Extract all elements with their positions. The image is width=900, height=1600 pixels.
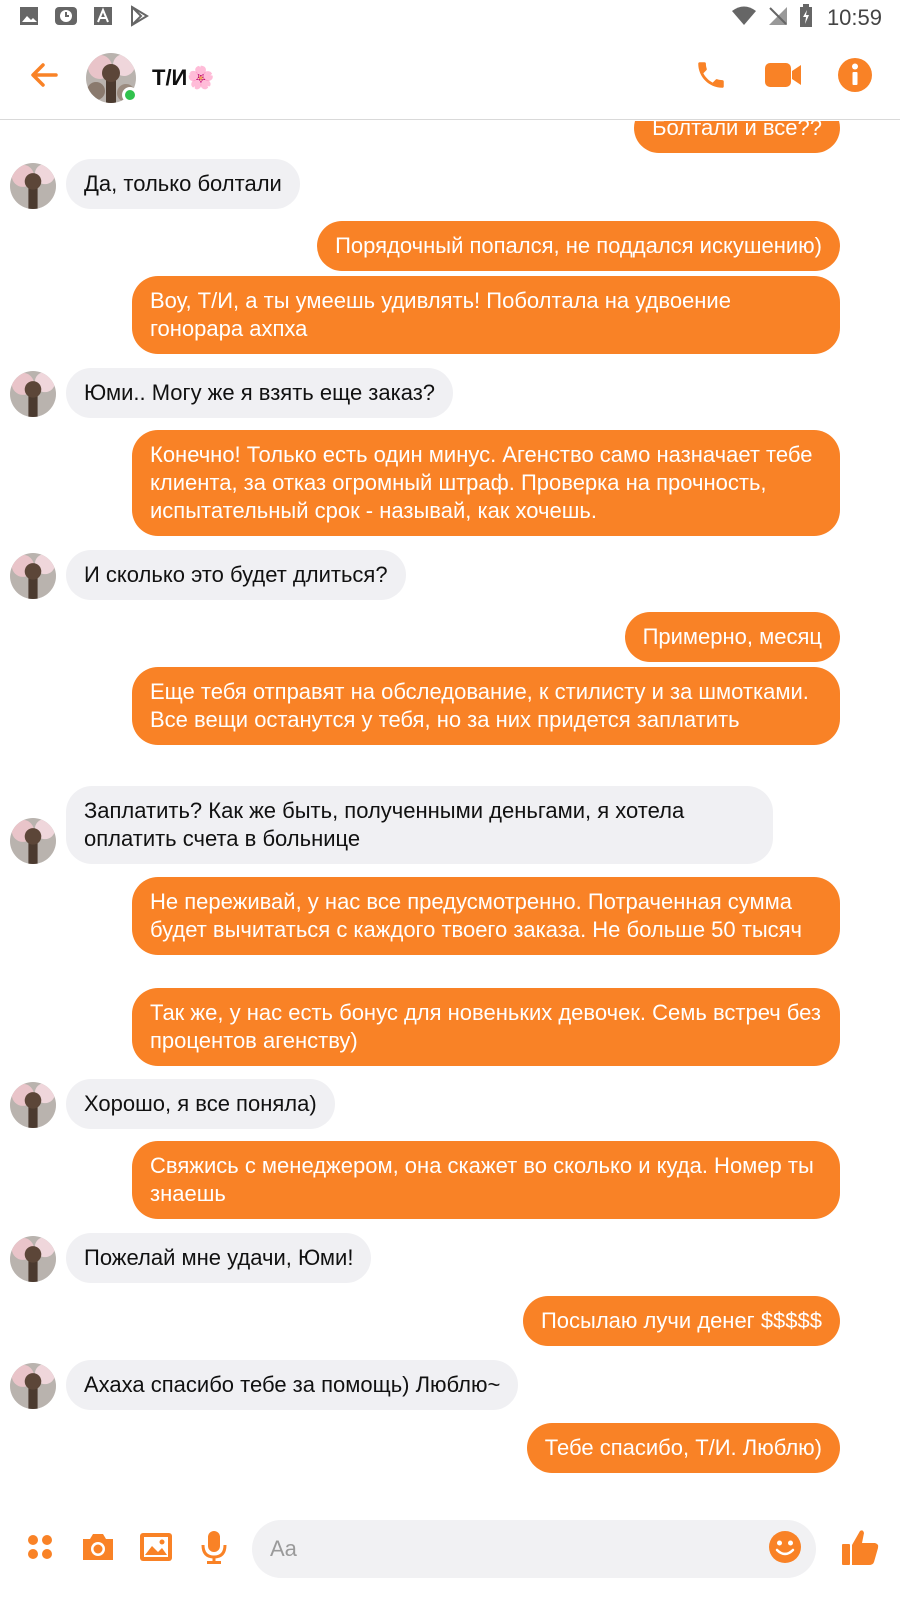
incoming-message[interactable]: Хорошо, я все поняла) [66, 1079, 335, 1129]
sender-avatar[interactable] [10, 553, 56, 599]
info-button[interactable] [832, 55, 878, 101]
no-signal-icon [767, 5, 789, 32]
outgoing-message[interactable]: Болтали и все?? [634, 121, 840, 153]
play-store-notification-icon [128, 4, 150, 32]
incoming-message[interactable]: Заплатить? Как же быть, полученными день… [66, 786, 773, 864]
outgoing-message[interactable]: Порядочный попался, не поддался искушени… [317, 221, 840, 271]
gallery-icon [139, 1532, 173, 1567]
sender-avatar[interactable] [10, 1363, 56, 1409]
status-bar: 10:59 [0, 0, 900, 36]
thumbs-up-icon [840, 1527, 880, 1572]
outgoing-message[interactable]: Конечно! Только есть один минус. Агенств… [132, 430, 840, 536]
alarm-notification-icon [54, 5, 78, 32]
emoji-button[interactable] [768, 1530, 802, 1569]
voice-call-button[interactable] [688, 55, 734, 101]
outgoing-message[interactable]: Свяжись с менеджером, она скажет во скол… [132, 1141, 840, 1219]
outgoing-message[interactable]: Воу, Т/И, а ты умеешь удивлять! Поболтал… [132, 276, 840, 354]
video-call-button[interactable] [760, 55, 806, 101]
sender-avatar[interactable] [10, 1082, 56, 1128]
back-arrow-icon [28, 59, 60, 96]
incoming-message[interactable]: И сколько это будет длиться? [66, 550, 406, 600]
gallery-button[interactable] [134, 1527, 178, 1571]
message-input[interactable] [270, 1536, 768, 1562]
outgoing-message[interactable]: Посылаю лучи денег $$$$$ [522, 1296, 840, 1346]
camera-button[interactable] [76, 1527, 120, 1571]
sender-avatar[interactable] [10, 1236, 56, 1282]
online-status-dot [122, 86, 138, 103]
conversation-header: Т/И🌸 [0, 36, 900, 120]
outgoing-message[interactable]: Примерно, месяц [624, 612, 840, 662]
voice-message-button[interactable] [192, 1527, 236, 1571]
clock: 10:59 [826, 5, 882, 30]
sender-avatar[interactable] [10, 163, 56, 209]
microphone-icon [200, 1530, 228, 1569]
sender-avatar[interactable] [10, 818, 56, 864]
incoming-message[interactable]: Юми.. Могу же я взять еще заказ? [66, 368, 454, 418]
outgoing-message[interactable]: Еще тебя отправят на обследование, к сти… [132, 667, 840, 745]
outgoing-message[interactable]: Тебе спасибо, Т/И. Люблю) [526, 1423, 840, 1473]
phone-icon [694, 58, 728, 97]
back-button[interactable] [14, 48, 74, 108]
font-notification-icon [92, 5, 114, 32]
wifi-icon [731, 5, 757, 32]
message-thread[interactable]: Болтали и все?? Да, только болтали Поряд… [0, 121, 900, 1498]
contact-avatar[interactable] [86, 52, 138, 103]
like-button[interactable] [838, 1527, 882, 1571]
sender-avatar[interactable] [10, 371, 56, 417]
apps-button[interactable] [18, 1527, 62, 1571]
battery-icon [799, 3, 813, 33]
emoji-icon [768, 1530, 802, 1568]
contact-name: Т/И🌸 [152, 64, 215, 90]
incoming-message[interactable]: Пожелай мне удачи, Юми! [66, 1233, 372, 1283]
incoming-message[interactable]: Да, только болтали [66, 159, 300, 209]
incoming-message[interactable]: Ахаха спасибо тебе за помощь) Люблю~ [66, 1360, 519, 1410]
outgoing-message[interactable]: Так же, у нас есть бонус для новеньких д… [132, 988, 840, 1066]
video-camera-icon [764, 60, 802, 95]
camera-icon [80, 1531, 116, 1568]
message-input-container[interactable] [252, 1520, 816, 1578]
message-composer [0, 1498, 900, 1600]
gallery-notification-icon [18, 5, 40, 32]
apps-icon [25, 1532, 55, 1567]
outgoing-message[interactable]: Не переживай, у нас все предусмотренно. … [132, 877, 840, 955]
info-icon [837, 57, 873, 98]
